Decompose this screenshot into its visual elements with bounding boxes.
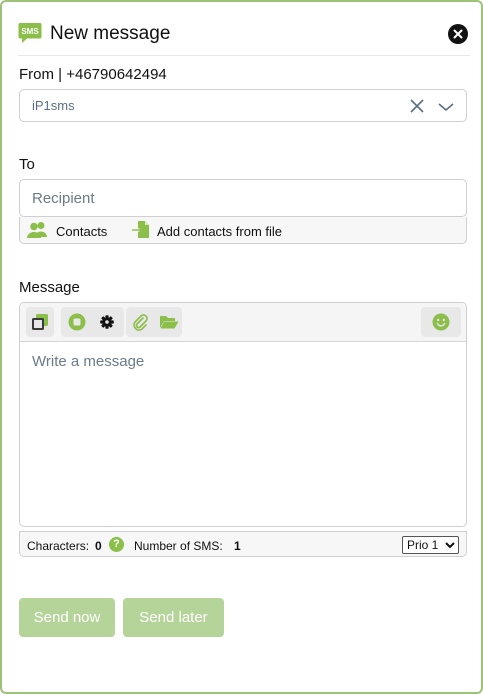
settings-icon[interactable] [93, 307, 121, 337]
message-label: Message [19, 279, 80, 296]
sms-logo-icon: SMS [18, 22, 42, 44]
sms-logo-text: SMS [21, 27, 39, 36]
help-icon[interactable]: ? [109, 537, 124, 552]
contacts-label: Contacts [56, 224, 108, 239]
send-later-button[interactable]: Send later [123, 598, 224, 637]
clear-icon[interactable] [410, 99, 424, 118]
dialog-header: SMS New message [18, 20, 470, 56]
message-footer: Characters: 0 ? Number of SMS: 1 Prio 1 [19, 531, 467, 557]
paperclip-icon[interactable] [126, 307, 154, 337]
chevron-down-icon[interactable] [438, 100, 454, 118]
sender-selected-value: iP1sms [32, 98, 75, 113]
copy-icon[interactable] [26, 307, 54, 337]
folder-open-icon[interactable] [154, 307, 182, 337]
contacts-bar: Contacts Add contacts from file [19, 217, 467, 244]
sender-select[interactable]: iP1sms [19, 89, 467, 122]
file-import-icon [132, 221, 149, 238]
contacts-button[interactable]: Contacts [27, 221, 117, 241]
characters-label: Characters: [27, 539, 90, 553]
characters-count: 0 [95, 539, 102, 553]
message-textarea[interactable] [20, 343, 466, 526]
stop-icon[interactable] [63, 307, 91, 337]
sms-count-label: Number of SMS: [134, 539, 223, 553]
send-now-button[interactable]: Send now [19, 598, 115, 637]
from-label: From | +46790642494 [19, 66, 167, 83]
recipient-input[interactable] [19, 179, 467, 217]
new-message-panel: SMS New message From | +46790642494 iP1s… [0, 0, 483, 694]
toolbar-group-actions [61, 307, 124, 337]
toolbar-group-emoji [421, 307, 461, 337]
message-editor [19, 302, 467, 527]
contacts-icon [27, 222, 47, 238]
add-contacts-from-file-button[interactable]: Add contacts from file [131, 221, 331, 241]
dialog-title: New message [50, 23, 171, 44]
priority-select[interactable]: Prio 1 [402, 536, 459, 554]
emoji-icon[interactable] [427, 307, 455, 337]
sms-count-value: 1 [234, 539, 241, 553]
close-icon[interactable] [448, 24, 468, 44]
to-label: To [19, 156, 35, 173]
editor-toolbar [20, 303, 466, 342]
toolbar-group-copy [26, 307, 54, 337]
add-contacts-from-file-label: Add contacts from file [157, 224, 282, 239]
toolbar-group-files [126, 307, 182, 337]
